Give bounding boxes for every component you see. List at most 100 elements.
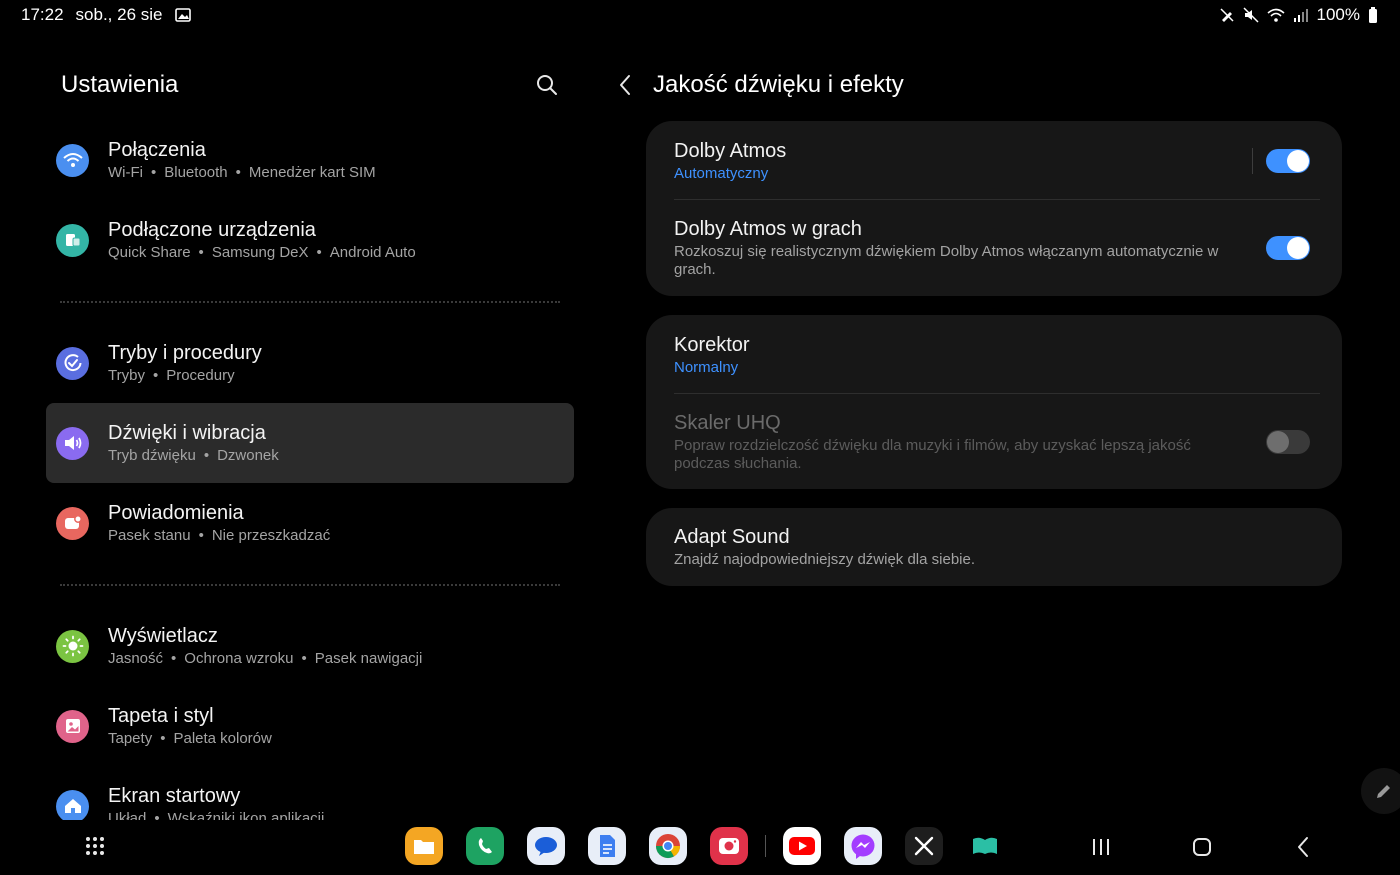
- folder-icon: [414, 840, 434, 854]
- settings-item-label: Tapeta i styl: [108, 704, 214, 727]
- chevron-left-icon: [1298, 837, 1308, 857]
- settings-item-label: Połączenia: [108, 138, 206, 161]
- edit-button[interactable]: [1361, 768, 1400, 814]
- phone-app[interactable]: [466, 827, 504, 865]
- chat-bubble-icon: [535, 837, 557, 856]
- dolby-atmos-games-row[interactable]: Dolby Atmos w grach Rozkoszuj się realis…: [646, 200, 1342, 296]
- youtube-icon: [789, 837, 815, 855]
- settings-list-pane: Ustawienia Połączenia Wi-Fi • Bluetooth • Me…: [46, 50, 574, 820]
- document-icon: [600, 835, 615, 857]
- docs-app[interactable]: [588, 827, 626, 865]
- recents-icon: [1093, 839, 1109, 855]
- back-button[interactable]: [610, 70, 640, 100]
- settings-header: Ustawienia: [46, 50, 574, 120]
- dolby-atmos-games-toggle[interactable]: [1266, 236, 1310, 260]
- book-icon: [973, 837, 997, 854]
- settings-item-modes-routines[interactable]: Tryby i procedury Tryby • Procedury: [46, 323, 574, 403]
- youtube-app[interactable]: [783, 827, 821, 865]
- settings-item-connections[interactable]: Połączenia Wi-Fi • Bluetooth • Menedżer kart…: [46, 120, 574, 200]
- phone-icon: [478, 838, 492, 854]
- clock: 17:22: [21, 5, 64, 24]
- camera-icon: [719, 838, 739, 854]
- settings-item-sub: Jasność • Ochrona wzroku • Pasek nawigacji: [108, 649, 423, 667]
- home-icon: [56, 789, 89, 820]
- taskbar: [0, 820, 1400, 875]
- detail-title: Jakość dźwięku i efekty: [653, 71, 904, 98]
- x-app[interactable]: [905, 827, 943, 865]
- search-button[interactable]: [532, 70, 562, 100]
- dock-divider: [765, 835, 766, 857]
- x-logo-icon: [914, 836, 934, 856]
- files-app[interactable]: [405, 827, 443, 865]
- battery-icon: [1369, 7, 1377, 23]
- home-square-icon: [1193, 838, 1211, 856]
- routine-check-icon: [56, 346, 89, 380]
- app-drawer-button[interactable]: [84, 835, 106, 857]
- adapt-sound-label: Adapt Sound: [674, 526, 790, 548]
- settings-item-wallpaper-style[interactable]: Tapeta i styl Tapety • Paleta kolorów: [46, 686, 574, 766]
- equalizer-row[interactable]: Korektor Normalny: [646, 315, 1342, 394]
- settings-item-sub: Pasek stanu • Nie przeszkadzać: [108, 526, 331, 544]
- settings-item-sub: Układ • Wskaźniki ikon aplikacji: [108, 809, 325, 821]
- chrome-icon: [656, 834, 680, 859]
- status-bar: 17:22 sob., 26 sie 100%: [0, 0, 1400, 30]
- screen-recorder-app[interactable]: [710, 827, 748, 865]
- dolby-atmos-games-label: Dolby Atmos w grach: [674, 218, 862, 240]
- divider: [46, 280, 574, 323]
- uhq-upscaler-toggle[interactable]: [1266, 429, 1310, 454]
- uhq-upscaler-description: Popraw rozdzielczość dźwięku dla muzyki …: [674, 436, 1191, 472]
- chevron-left-icon: [620, 75, 630, 95]
- pen-off-icon: [1219, 8, 1234, 22]
- settings-item-label: Dźwięki i wibracja: [108, 421, 266, 444]
- settings-item-label: Podłączone urządzenia: [108, 218, 316, 241]
- messenger-app[interactable]: [844, 827, 882, 865]
- adapt-sound-row[interactable]: Adapt Sound Znajdź najodpowiedniejszy dź…: [646, 508, 1342, 586]
- date: sob., 26 sie: [75, 5, 163, 24]
- messages-app[interactable]: [527, 827, 565, 865]
- adapt-sound-description: Znajdź najodpowiedniejszy dźwięk dla sie…: [674, 551, 976, 568]
- equalizer-value: Normalny: [674, 358, 739, 376]
- settings-item-home-screen[interactable]: Ekran startowy Układ • Wskaźniki ikon apli…: [46, 766, 574, 820]
- wifi-icon: [1266, 8, 1285, 22]
- mute-icon: [1242, 7, 1259, 23]
- settings-item-label: Powiadomienia: [108, 501, 244, 524]
- sun-icon: [56, 629, 89, 663]
- signal-icon: [1293, 9, 1308, 22]
- settings-item-sub: Tryby • Procedury: [108, 366, 235, 384]
- adapt-sound-card: Adapt Sound Znajdź najodpowiedniejszy dź…: [646, 508, 1342, 586]
- wallpaper-icon: [56, 709, 89, 743]
- dolby-atmos-row[interactable]: Dolby Atmos Automatyczny: [646, 121, 1342, 200]
- divider: [1252, 147, 1253, 174]
- speaker-icon: [56, 426, 89, 460]
- divider: [46, 563, 574, 606]
- settings-item-connected-devices[interactable]: Podłączone urządzenia Quick Share • Samsun…: [46, 200, 574, 280]
- dolby-card: Dolby Atmos Automatyczny Dolby Atmos w g…: [646, 121, 1342, 296]
- detail-pane: Jakość dźwięku i efekty Dolby Atmos Auto…: [610, 50, 1350, 610]
- gallery-icon: [174, 8, 191, 22]
- settings-item-label: Ekran startowy: [108, 784, 241, 807]
- settings-item-label: Wyświetlacz: [108, 624, 218, 647]
- settings-item-sounds-vibration[interactable]: Dźwięki i wibracja Tryb dźwięku • Dzwonek: [46, 403, 574, 483]
- search-icon: [537, 75, 557, 95]
- book-app[interactable]: [966, 827, 1004, 865]
- dolby-atmos-value: Automatyczny: [674, 164, 769, 182]
- battery-percent: 100%: [1316, 5, 1360, 24]
- notification-icon: [56, 506, 89, 540]
- settings-item-sub: Wi-Fi • Bluetooth • Menedżer kart SIM: [108, 163, 376, 181]
- chrome-app[interactable]: [649, 827, 687, 865]
- detail-header: Jakość dźwięku i efekty: [610, 50, 1350, 120]
- settings-item-label: Tryby i procedury: [108, 341, 262, 364]
- uhq-upscaler-label: Skaler UHQ: [674, 411, 781, 434]
- recent-apps-button[interactable]: [1086, 832, 1116, 862]
- apps-grid-icon: [86, 837, 104, 855]
- dolby-atmos-toggle[interactable]: [1266, 148, 1310, 173]
- settings-item-sub: Tryb dźwięku • Dzwonek: [108, 446, 279, 464]
- settings-item-notifications[interactable]: Powiadomienia Pasek stanu • Nie przeszkadz…: [46, 483, 574, 563]
- dolby-atmos-games-description: Rozkoszuj się realistycznym dźwiękiem Do…: [674, 243, 1219, 278]
- nav-back-button[interactable]: [1288, 832, 1318, 862]
- dolby-atmos-label: Dolby Atmos: [674, 139, 787, 162]
- devices-icon: [56, 223, 89, 257]
- home-button[interactable]: [1187, 832, 1217, 862]
- equalizer-label: Korektor: [674, 333, 750, 356]
- settings-item-display[interactable]: Wyświetlacz Jasność • Ochrona wzroku • Pasek…: [46, 606, 574, 686]
